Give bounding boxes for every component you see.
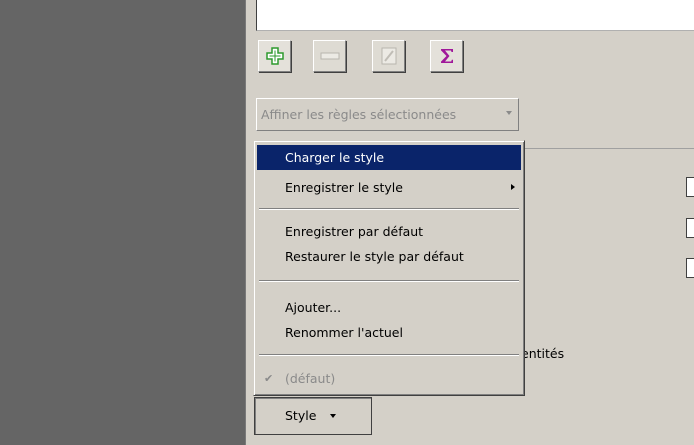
menu-item-label: Ajouter... [285,300,342,315]
menu-item-label: Renommer l'actuel [285,325,403,340]
field-2[interactable] [686,218,694,238]
menu-item-save-style[interactable]: Enregistrer le style [257,175,521,200]
remove-button[interactable] [313,40,346,72]
minus-icon [320,52,339,60]
submenu-arrow-icon [511,184,515,190]
style-button-label: Style [285,408,317,423]
style-menu: Charger le style Enregistrer le style En… [253,140,525,396]
menu-item-rename-current[interactable]: Renommer l'actuel [257,320,521,345]
menu-separator [259,208,519,210]
divider [524,148,694,149]
menu-item-default-style[interactable]: ✔ (défaut) [257,366,521,391]
sum-button[interactable] [430,40,463,72]
sigma-icon [440,49,453,63]
edit-button[interactable] [372,40,405,72]
checkmark-icon: ✔ [264,372,274,385]
text-area[interactable] [256,0,694,31]
field-1[interactable] [686,177,694,197]
menu-separator [259,354,519,356]
menu-item-label: (défaut) [285,371,336,386]
menu-item-add[interactable]: Ajouter... [257,295,521,320]
menu-item-label: Charger le style [285,150,385,165]
document-icon [381,47,396,65]
add-button[interactable] [258,40,291,72]
refine-rules-dropdown[interactable]: Affiner les règles sélectionnées [256,98,519,131]
menu-item-label: Enregistrer par défaut [285,224,424,239]
menu-item-load-style[interactable]: Charger le style [257,145,521,170]
left-panel [0,0,245,445]
refine-rules-label: Affiner les règles sélectionnées [261,107,457,122]
menu-item-save-default[interactable]: Enregistrer par défaut [257,219,521,244]
plus-icon [265,47,284,65]
menu-item-restore-default[interactable]: Restaurer le style par défaut [257,244,521,269]
menu-item-label: Restaurer le style par défaut [285,249,464,264]
chevron-down-icon [506,111,512,115]
chevron-down-icon [330,414,336,418]
menu-item-label: Enregistrer le style [285,180,403,195]
field-3[interactable] [686,258,694,278]
entities-label: entités [521,346,565,361]
style-button[interactable]: Style [254,397,372,435]
menu-separator [259,280,519,282]
